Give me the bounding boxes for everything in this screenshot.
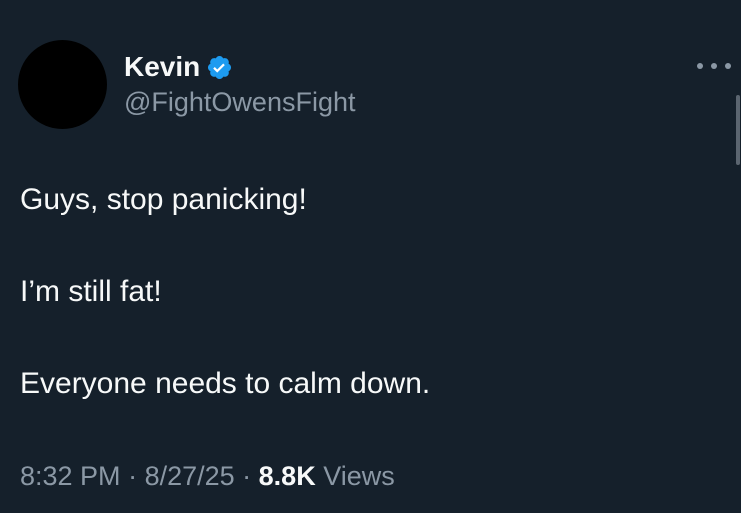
tweet-time[interactable]: 8:32 PM xyxy=(20,461,121,491)
tweet-text-line: Guys, stop panicking! xyxy=(20,183,307,216)
avatar[interactable] xyxy=(18,40,107,129)
more-options-icon[interactable] xyxy=(697,57,731,75)
line-spacer xyxy=(20,314,720,362)
more-dot-icon xyxy=(711,63,717,69)
tweet-card: Kevin @FightOwensFight Guys, stop panick… xyxy=(0,0,741,513)
author-name-row: Kevin xyxy=(124,50,233,84)
meta-separator: · xyxy=(234,461,259,491)
tweet-text-line: I’m still fat! xyxy=(20,275,162,308)
line-spacer xyxy=(20,222,720,270)
tweet-date[interactable]: 8/27/25 xyxy=(145,461,235,491)
views-label: Views xyxy=(323,461,395,491)
scrollbar[interactable] xyxy=(736,95,740,165)
verified-badge-icon xyxy=(208,55,232,79)
meta-separator: · xyxy=(120,461,145,491)
tweet-text: Guys, stop panicking! I’m still fat! Eve… xyxy=(20,178,720,406)
author-display-name[interactable]: Kevin xyxy=(124,50,200,84)
views-count: 8.8K xyxy=(258,461,316,491)
more-dot-icon xyxy=(725,63,731,69)
tweet-text-line: Everyone needs to calm down. xyxy=(20,367,431,400)
author-handle[interactable]: @FightOwensFight xyxy=(124,86,356,118)
more-dot-icon xyxy=(697,63,703,69)
tweet-meta: 8:32 PM · 8/27/25 · 8.8K Views xyxy=(20,458,395,494)
